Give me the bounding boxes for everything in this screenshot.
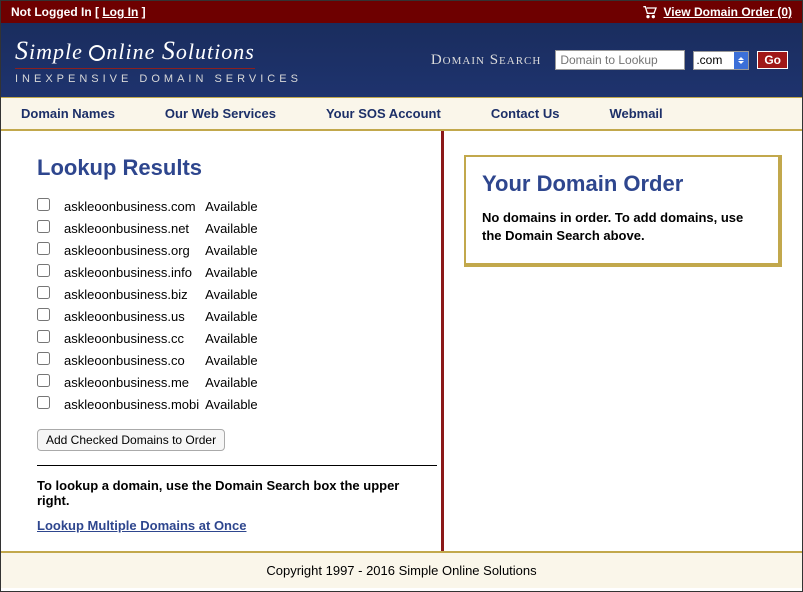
table-row: askleoonbusiness.comAvailable: [37, 195, 264, 217]
domain-status-cell: Available: [205, 261, 264, 283]
domain-name-cell: askleoonbusiness.co: [64, 349, 205, 371]
table-row: askleoonbusiness.infoAvailable: [37, 261, 264, 283]
tld-select[interactable]: .com: [694, 52, 734, 68]
domain-checkbox[interactable]: [37, 330, 50, 343]
tld-select-wrap[interactable]: .com: [693, 51, 749, 70]
domain-checkbox[interactable]: [37, 242, 50, 255]
select-arrows-icon: [734, 52, 748, 69]
results-column: Lookup Results askleoonbusiness.comAvail…: [1, 131, 431, 551]
domain-status-cell: Available: [205, 239, 264, 261]
domain-name-cell: askleoonbusiness.cc: [64, 327, 205, 349]
table-row: askleoonbusiness.coAvailable: [37, 349, 264, 371]
domain-status-cell: Available: [205, 371, 264, 393]
nav-contact-us[interactable]: Contact Us: [491, 106, 560, 121]
domain-name-cell: askleoonbusiness.me: [64, 371, 205, 393]
domain-name-cell: askleoonbusiness.us: [64, 305, 205, 327]
content: Lookup Results askleoonbusiness.comAvail…: [1, 131, 802, 551]
domain-search: Domain Search .com Go: [431, 50, 788, 70]
logo-tagline: INEXPENSIVE DOMAIN SERVICES: [15, 73, 302, 85]
domain-checkbox[interactable]: [37, 308, 50, 321]
domain-checkbox[interactable]: [37, 264, 50, 277]
domain-checkbox[interactable]: [37, 374, 50, 387]
header: Simple nline Solutions INEXPENSIVE DOMAI…: [1, 23, 802, 97]
domain-checkbox[interactable]: [37, 198, 50, 211]
domain-lookup-input[interactable]: [555, 50, 685, 70]
login-status: Not Logged In [ Log In ]: [11, 5, 146, 19]
domain-checkbox[interactable]: [37, 220, 50, 233]
results-title: Lookup Results: [37, 155, 431, 181]
logo: Simple nline Solutions INEXPENSIVE DOMAI…: [15, 36, 302, 85]
o-ring-icon: [89, 45, 105, 61]
domain-status-cell: Available: [205, 305, 264, 327]
domain-status-cell: Available: [205, 217, 264, 239]
table-row: askleoonbusiness.mobiAvailable: [37, 393, 264, 415]
lookup-multiple-link[interactable]: Lookup Multiple Domains at Once: [37, 518, 246, 533]
login-link[interactable]: Log In: [102, 5, 138, 19]
nav-sos-account[interactable]: Your SOS Account: [326, 106, 441, 121]
domain-checkbox[interactable]: [37, 352, 50, 365]
table-row: askleoonbusiness.bizAvailable: [37, 283, 264, 305]
lookup-hint: To lookup a domain, use the Domain Searc…: [37, 478, 431, 508]
order-box: Your Domain Order No domains in order. T…: [464, 155, 782, 267]
domain-status-cell: Available: [205, 195, 264, 217]
copyright: Copyright 1997 - 2016 Simple Online Solu…: [266, 563, 536, 578]
domain-name-cell: askleoonbusiness.org: [64, 239, 205, 261]
add-checked-button[interactable]: Add Checked Domains to Order: [37, 429, 225, 451]
not-logged-text: Not Logged In [: [11, 5, 102, 19]
table-row: askleoonbusiness.meAvailable: [37, 371, 264, 393]
logo-main: Simple nline Solutions: [15, 36, 255, 69]
bracket-close: ]: [138, 5, 145, 19]
domain-name-cell: askleoonbusiness.biz: [64, 283, 205, 305]
domain-status-cell: Available: [205, 327, 264, 349]
table-row: askleoonbusiness.netAvailable: [37, 217, 264, 239]
domain-checkbox[interactable]: [37, 286, 50, 299]
domain-name-cell: askleoonbusiness.mobi: [64, 393, 205, 415]
domain-status-cell: Available: [205, 349, 264, 371]
table-row: askleoonbusiness.ccAvailable: [37, 327, 264, 349]
cart-area[interactable]: View Domain Order (0): [642, 5, 792, 19]
search-title: Domain Search: [431, 52, 541, 69]
order-title: Your Domain Order: [482, 171, 762, 197]
nav-domain-names[interactable]: Domain Names: [21, 106, 115, 121]
go-button[interactable]: Go: [757, 51, 788, 69]
domain-status-cell: Available: [205, 393, 264, 415]
domain-name-cell: askleoonbusiness.info: [64, 261, 205, 283]
domain-name-cell: askleoonbusiness.net: [64, 217, 205, 239]
nav-web-services[interactable]: Our Web Services: [165, 106, 276, 121]
view-order-link[interactable]: View Domain Order (0): [664, 5, 792, 19]
results-table: askleoonbusiness.comAvailableaskleoonbus…: [37, 195, 264, 415]
nav-webmail[interactable]: Webmail: [609, 106, 662, 121]
domain-name-cell: askleoonbusiness.com: [64, 195, 205, 217]
table-row: askleoonbusiness.orgAvailable: [37, 239, 264, 261]
order-empty-text: No domains in order. To add domains, use…: [482, 209, 762, 245]
footer: Copyright 1997 - 2016 Simple Online Solu…: [1, 551, 802, 588]
domain-checkbox[interactable]: [37, 396, 50, 409]
domain-status-cell: Available: [205, 283, 264, 305]
cart-icon: [642, 5, 658, 19]
divider: [37, 465, 437, 466]
order-column: Your Domain Order No domains in order. T…: [441, 131, 802, 551]
table-row: askleoonbusiness.usAvailable: [37, 305, 264, 327]
main-nav: Domain Names Our Web Services Your SOS A…: [1, 97, 802, 131]
topbar: Not Logged In [ Log In ] View Domain Ord…: [1, 1, 802, 23]
